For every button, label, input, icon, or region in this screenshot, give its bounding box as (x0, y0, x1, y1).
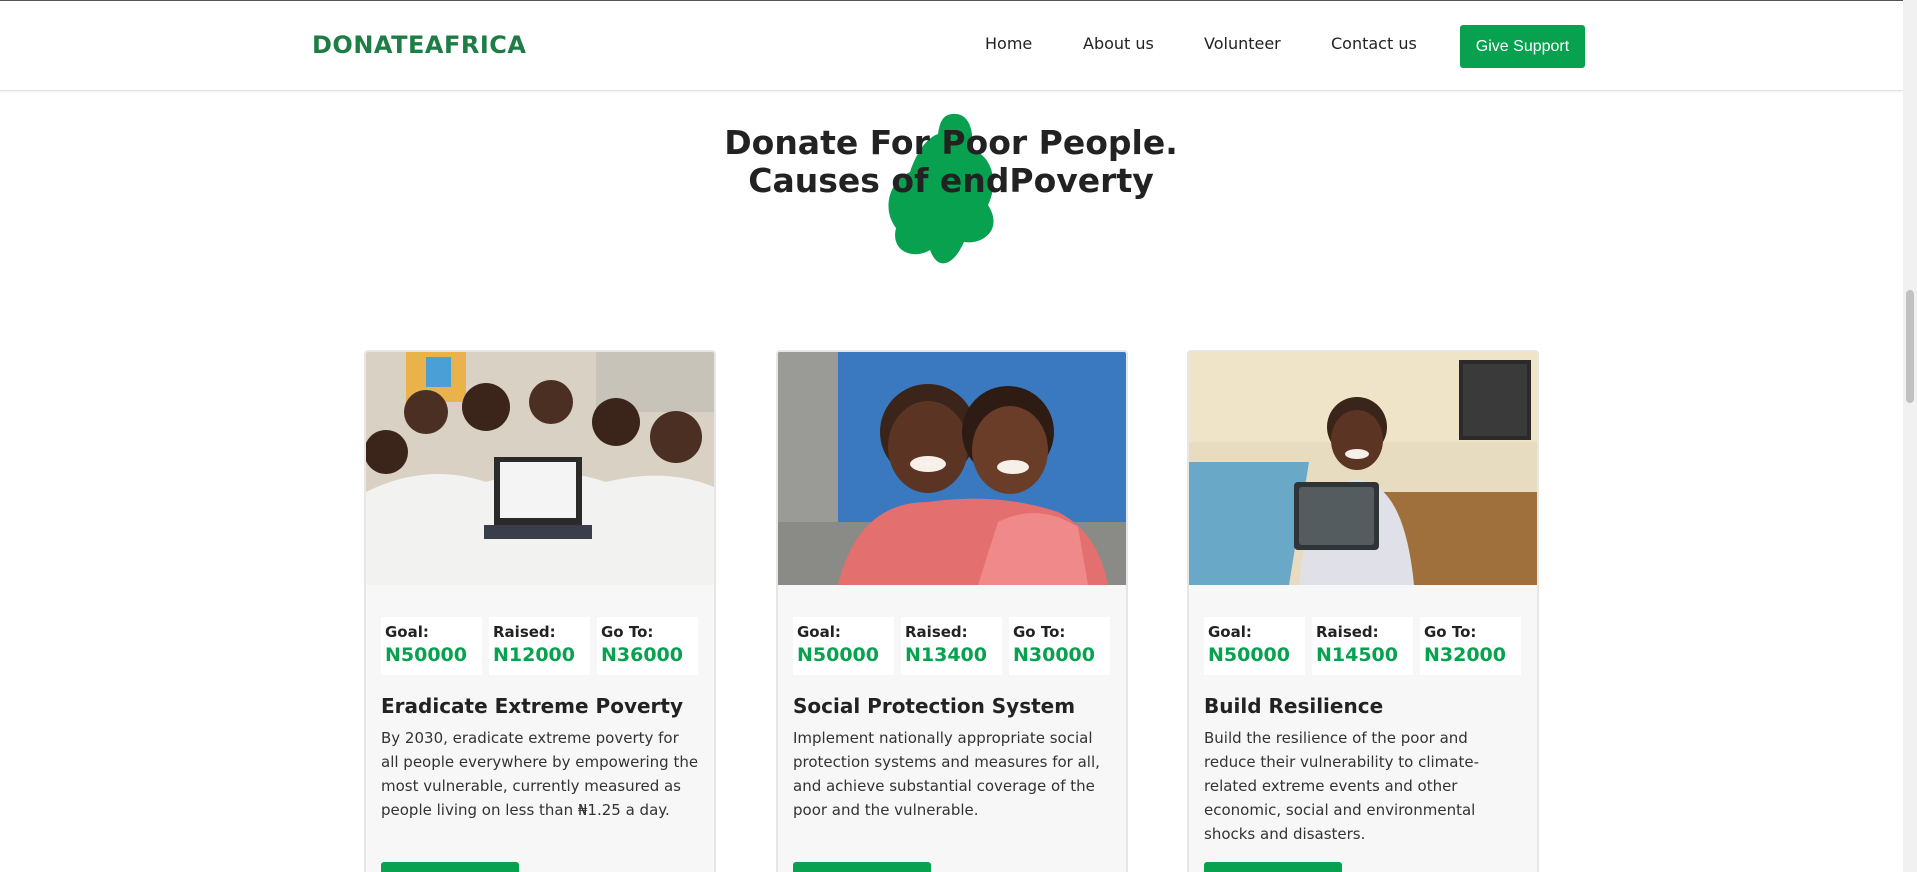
raised-stat: Raised: N12000 (489, 617, 590, 675)
raised-stat: Raised: N13400 (901, 617, 1002, 675)
stat-label: Raised: (1316, 623, 1379, 641)
stat-label: Go To: (1013, 623, 1066, 641)
go-to-stat: Go To: N30000 (1009, 617, 1110, 675)
hero-section: Donate For Poor People. Causes of endPov… (660, 113, 1242, 270)
donate-button[interactable] (793, 862, 931, 872)
cause-card: Goal: N50000 Raised: N13400 Go To: N3000… (776, 350, 1128, 872)
stat-label: Raised: (493, 623, 556, 641)
go-to-stat: Go To: N36000 (597, 617, 698, 675)
stat-value: N50000 (797, 644, 880, 666)
stat-label: Go To: (601, 623, 654, 641)
card-title: Build Resilience (1204, 694, 1384, 718)
donate-button[interactable] (1204, 862, 1342, 872)
goal-stat: Goal: N50000 (1204, 617, 1305, 675)
two-girls-hugging-photo (778, 352, 1126, 585)
stat-value: N30000 (1013, 644, 1096, 666)
give-support-button[interactable]: Give Support (1460, 25, 1585, 68)
stat-label: Goal: (1208, 623, 1252, 641)
stats-row: Goal: N50000 Raised: N14500 Go To: N3200… (1204, 617, 1521, 675)
stat-label: Goal: (385, 623, 429, 641)
card-title: Eradicate Extreme Poverty (381, 694, 684, 718)
raised-stat: Raised: N14500 (1312, 617, 1413, 675)
hero-title-line2: Causes of endPoverty (748, 161, 1154, 200)
goal-stat: Goal: N50000 (793, 617, 894, 675)
children-with-laptop-photo (366, 352, 714, 585)
stat-value: N12000 (493, 644, 576, 666)
stat-label: Go To: (1424, 623, 1477, 641)
goal-stat: Goal: N50000 (381, 617, 482, 675)
scrollbar-thumb[interactable] (1906, 290, 1914, 403)
card-description: Build the resilience of the poor and red… (1204, 729, 1479, 843)
stat-value: N32000 (1424, 644, 1507, 666)
stat-value: N14500 (1316, 644, 1399, 666)
card-description: By 2030, eradicate extreme poverty for a… (381, 729, 699, 819)
girl-with-slate-photo (1189, 352, 1537, 585)
stat-label: Goal: (797, 623, 841, 641)
cause-card: Goal: N50000 Raised: N12000 Go To: N3600… (364, 350, 716, 872)
stat-value: N36000 (601, 644, 684, 666)
hero-title-line1: Donate For Poor People. (724, 123, 1178, 162)
card-description: Implement nationally appropriate social … (793, 729, 1100, 819)
cause-card: Goal: N50000 Raised: N14500 Go To: N3200… (1187, 350, 1539, 872)
hero-title: Donate For Poor People. Causes of endPov… (660, 124, 1242, 200)
stat-value: N50000 (385, 644, 468, 666)
nav-about-us[interactable]: About us (1083, 34, 1154, 53)
stats-row: Goal: N50000 Raised: N13400 Go To: N3000… (793, 617, 1110, 675)
nav-volunteer[interactable]: Volunteer (1204, 34, 1281, 53)
stat-value: N13400 (905, 644, 988, 666)
card-title: Social Protection System (793, 694, 1076, 718)
stat-label: Raised: (905, 623, 968, 641)
brand-logo[interactable]: DONATEAFRICA (312, 31, 526, 59)
donate-button[interactable] (381, 862, 519, 872)
nav-home[interactable]: Home (985, 34, 1032, 53)
scrollbar[interactable] (1903, 0, 1917, 872)
go-to-stat: Go To: N32000 (1420, 617, 1521, 675)
nav-contact-us[interactable]: Contact us (1331, 34, 1417, 53)
stats-row: Goal: N50000 Raised: N12000 Go To: N3600… (381, 617, 698, 675)
navbar: DONATEAFRICA Home About us Volunteer Con… (0, 1, 1903, 91)
stat-value: N50000 (1208, 644, 1291, 666)
